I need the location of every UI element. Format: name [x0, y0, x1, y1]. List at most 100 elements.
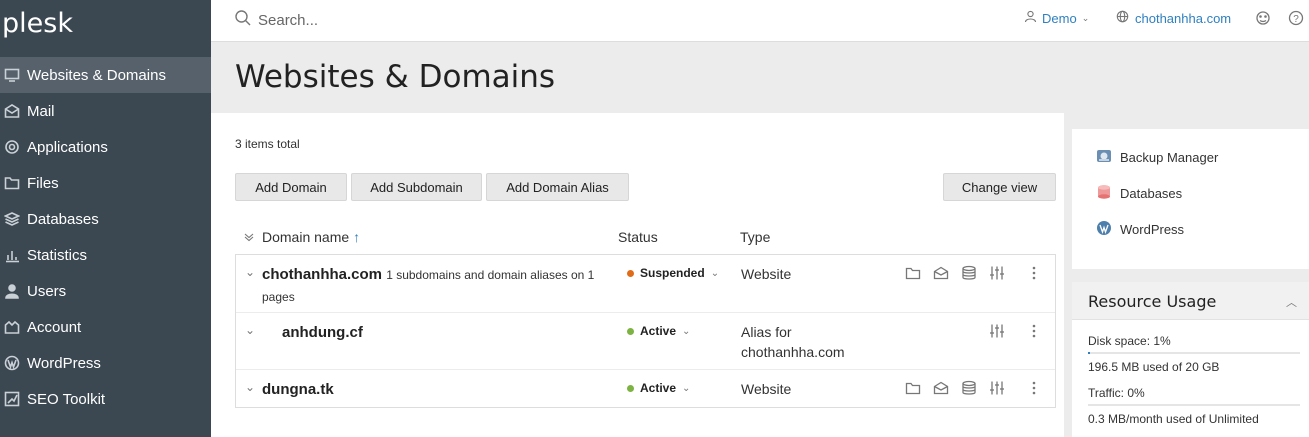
- database-icon[interactable]: [961, 380, 977, 396]
- add-domain-alias-button[interactable]: Add Domain Alias: [486, 173, 629, 201]
- row-actions: [989, 323, 1005, 339]
- table-row: ⌄ dungna.tk Active ⌄ Website: [236, 369, 1055, 407]
- sidebar-item-account[interactable]: Account: [0, 309, 211, 345]
- status-badge[interactable]: Active ⌄: [627, 381, 690, 395]
- layers-icon: [3, 210, 21, 228]
- help-icon[interactable]: ?: [1287, 9, 1305, 32]
- backup-manager-link[interactable]: Backup Manager: [1096, 148, 1218, 167]
- status-badge[interactable]: Active ⌄: [627, 324, 690, 338]
- change-view-button[interactable]: Change view: [943, 173, 1056, 201]
- database-icon[interactable]: [961, 265, 977, 281]
- more-icon[interactable]: [1031, 380, 1037, 401]
- wordpress-icon: [1096, 220, 1112, 239]
- folder-icon[interactable]: [905, 380, 921, 396]
- mail-icon: [3, 102, 21, 120]
- sidebar-item-label: Mail: [27, 102, 55, 120]
- user-icon: [3, 282, 21, 300]
- status-label: Suspended: [640, 266, 705, 280]
- sidebar-nav: Websites & Domains Mail Applications Fil…: [0, 57, 211, 417]
- chevron-down-icon: ⌄: [1081, 12, 1090, 23]
- chevron-up-icon[interactable]: ︿: [1286, 294, 1297, 310]
- account-icon: [3, 318, 21, 336]
- sidebar-item-databases[interactable]: Databases: [0, 201, 211, 237]
- sidebar-item-mail[interactable]: Mail: [0, 93, 211, 129]
- svg-text:?: ?: [1293, 14, 1299, 25]
- domains-table: Domain name ↑ Status Type ⌄ chothanhha.co…: [235, 219, 1056, 408]
- traffic-label: Traffic:: [1088, 386, 1125, 400]
- folder-icon[interactable]: [905, 265, 921, 281]
- plesk-logo[interactable]: plesk: [2, 8, 73, 39]
- add-domain-button[interactable]: Add Domain: [235, 173, 347, 201]
- column-label: Domain name: [262, 229, 350, 245]
- more-icon[interactable]: [1031, 323, 1037, 344]
- more-icon[interactable]: [1031, 265, 1037, 286]
- traffic-detail: 0.3 MB/month used of Unlimited: [1088, 412, 1259, 426]
- disk-space-line: Disk space: 1%: [1088, 334, 1171, 348]
- settings-sliders-icon[interactable]: [989, 265, 1005, 281]
- folder-icon: [3, 174, 21, 192]
- domain-link[interactable]: anhdung.cf: [282, 324, 363, 341]
- sidebar: plesk Websites & Domains Mail Applicatio…: [0, 0, 211, 437]
- add-subdomain-button[interactable]: Add Subdomain: [351, 173, 482, 201]
- column-domain-name[interactable]: Domain name ↑: [262, 229, 360, 245]
- resource-usage-header[interactable]: Resource Usage ︿: [1072, 282, 1309, 320]
- domain-name-cell: chothanhha.com 1 subdomains and domain a…: [262, 264, 612, 308]
- quick-links-panel: Backup Manager Databases WordPress: [1072, 129, 1309, 269]
- gear-icon: [3, 138, 21, 156]
- wordpress-link[interactable]: WordPress: [1096, 220, 1184, 239]
- sidebar-item-files[interactable]: Files: [0, 165, 211, 201]
- chevron-down-icon: ⌄: [682, 325, 691, 337]
- settings-sliders-icon[interactable]: [989, 323, 1005, 339]
- column-status[interactable]: Status: [618, 229, 658, 245]
- column-type[interactable]: Type: [740, 229, 770, 245]
- sidebar-item-seo-toolkit[interactable]: SEO Toolkit: [0, 381, 211, 417]
- chevron-down-icon: ⌄: [682, 382, 691, 394]
- status-dot: [627, 269, 634, 277]
- traffic-value: 0%: [1127, 386, 1145, 400]
- sidebar-item-users[interactable]: Users: [0, 273, 211, 309]
- monitor-icon: [3, 66, 21, 84]
- user-menu[interactable]: Demo ⌄: [1024, 10, 1089, 26]
- expand-all-icon[interactable]: [244, 229, 254, 245]
- traffic-line: Traffic: 0%: [1088, 386, 1145, 400]
- domain-name: chothanhha.com: [1135, 10, 1232, 26]
- table-header: Domain name ↑ Status Type: [235, 219, 1056, 255]
- chevron-down-icon[interactable]: ⌄: [245, 265, 255, 279]
- link-label: WordPress: [1120, 222, 1185, 237]
- database-icon: [1096, 184, 1112, 203]
- type-cell: Website: [741, 381, 792, 397]
- search-input[interactable]: [258, 8, 658, 32]
- domain-link[interactable]: dungna.tk: [262, 381, 334, 398]
- table-row: ⌄ anhdung.cf Active ⌄ Alias for chothanh…: [236, 312, 1055, 369]
- top-bar: Demo ⌄ chothanhha.com ?: [211, 0, 1309, 42]
- disk-space-label: Disk space:: [1088, 334, 1151, 348]
- subscription-link[interactable]: chothanhha.com: [1116, 10, 1231, 26]
- mail-icon[interactable]: [933, 380, 949, 396]
- chevron-down-icon[interactable]: ⌄: [245, 323, 255, 337]
- mail-icon[interactable]: [933, 265, 949, 281]
- sidebar-item-label: Applications: [27, 138, 108, 156]
- sidebar-item-label: Users: [27, 282, 67, 300]
- sidebar-item-label: WordPress: [27, 354, 101, 372]
- resource-usage-panel: Resource Usage ︿ Disk space: 1% 196.5 MB…: [1072, 282, 1309, 437]
- sidebar-item-statistics[interactable]: Statistics: [0, 237, 211, 273]
- sidebar-item-websites-domains[interactable]: Websites & Domains: [0, 57, 211, 93]
- settings-sliders-icon[interactable]: [989, 380, 1005, 396]
- disk-usage-bar: [1088, 352, 1300, 354]
- sidebar-item-wordpress[interactable]: WordPress: [0, 345, 211, 381]
- chevron-down-icon[interactable]: ⌄: [245, 380, 255, 394]
- status-badge[interactable]: Suspended ⌄: [627, 266, 719, 280]
- disk-usage-fill: [1088, 352, 1091, 354]
- sidebar-item-label: SEO Toolkit: [27, 390, 106, 408]
- domain-name-cell: anhdung.cf: [282, 322, 632, 343]
- extensions-icon[interactable]: [1254, 9, 1272, 32]
- type-cell: Alias for chothanhha.com: [741, 324, 845, 360]
- link-label: Databases: [1120, 186, 1183, 201]
- domain-link[interactable]: chothanhha.com: [262, 266, 382, 283]
- table-row: ⌄ chothanhha.com 1 subdomains and domain…: [236, 255, 1055, 312]
- databases-link[interactable]: Databases: [1096, 184, 1182, 203]
- link-label: Backup Manager: [1120, 150, 1219, 165]
- sidebar-item-applications[interactable]: Applications: [0, 129, 211, 165]
- page-title: Websites & Domains: [235, 59, 556, 95]
- table-body: ⌄ chothanhha.com 1 subdomains and domain…: [235, 255, 1056, 408]
